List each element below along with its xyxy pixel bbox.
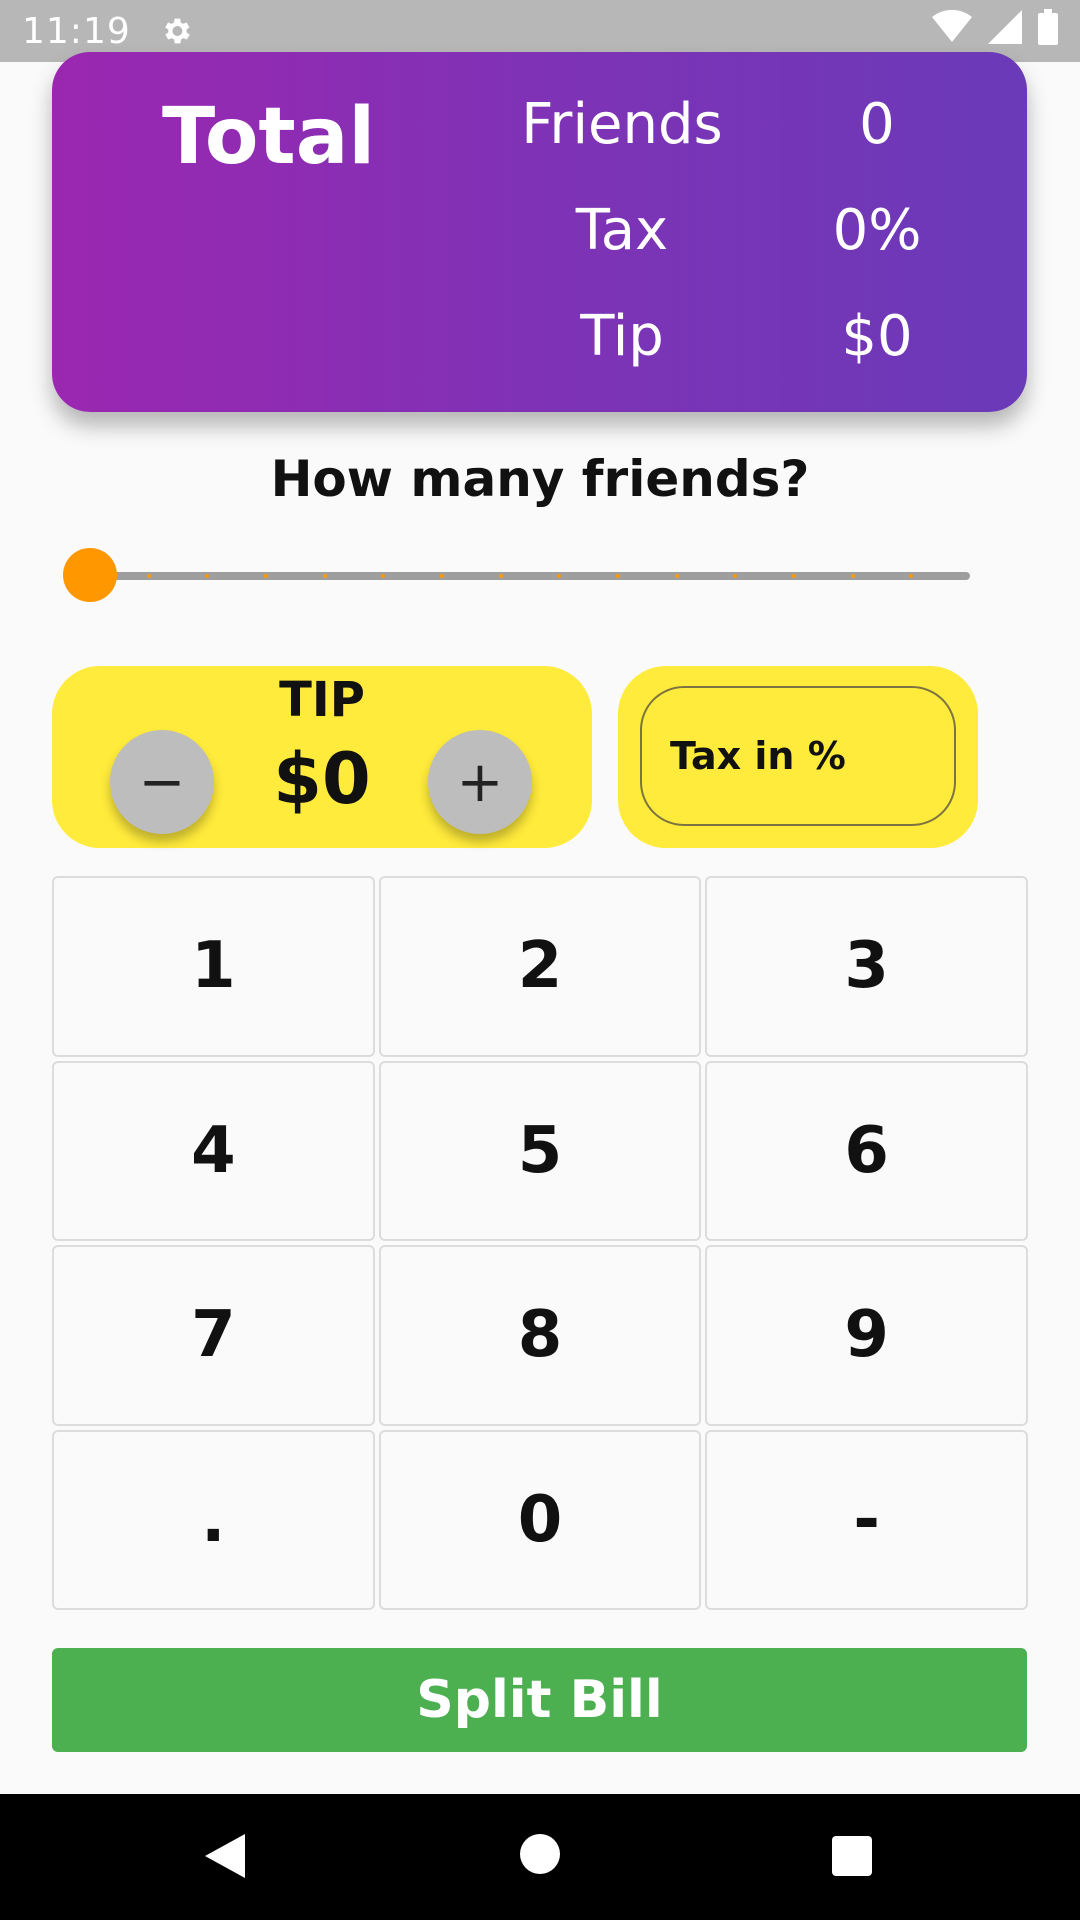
- signal-icon: [988, 9, 1022, 53]
- key-0[interactable]: 0: [378, 1429, 702, 1610]
- slider-tick: [381, 574, 386, 578]
- tip-decrease-button[interactable]: −: [110, 730, 214, 834]
- key-minus[interactable]: -: [705, 1429, 1028, 1610]
- key-2[interactable]: 2: [378, 876, 702, 1057]
- tax-value: 0%: [832, 198, 922, 263]
- key-6[interactable]: 6: [705, 1060, 1028, 1241]
- battery-icon: [1038, 8, 1058, 54]
- key-7[interactable]: 7: [52, 1245, 375, 1426]
- slider-tick: [322, 574, 327, 578]
- slider-tick: [440, 574, 444, 578]
- home-icon[interactable]: [520, 1834, 560, 1874]
- summary-card: Total Friends 0 Tax 0% Tip $0: [52, 52, 1027, 412]
- slider-tick: [792, 574, 796, 578]
- key-decimal[interactable]: .: [52, 1429, 375, 1610]
- status-time: 11:19: [22, 10, 131, 52]
- tip-panel-label: TIP: [279, 672, 365, 728]
- key-9[interactable]: 9: [705, 1245, 1028, 1426]
- slider-tick: [146, 574, 151, 578]
- plus-icon: +: [456, 749, 504, 815]
- tip-increase-button[interactable]: +: [428, 730, 532, 834]
- tax-input[interactable]: Tax in %: [640, 686, 956, 826]
- gear-icon: [159, 14, 193, 48]
- tip-panel: TIP $0 − +: [52, 666, 592, 848]
- navigation-bar: [0, 1794, 1080, 1920]
- key-1[interactable]: 1: [52, 876, 375, 1057]
- slider-tick: [616, 574, 620, 578]
- key-5[interactable]: 5: [378, 1060, 702, 1241]
- slider-tick: [674, 574, 679, 578]
- keypad: 1 2 3 4 5 6 7 8 9 . 0 -: [52, 876, 1028, 1610]
- tax-panel: Tax in %: [618, 666, 978, 848]
- friends-label: Friends: [521, 92, 723, 157]
- slider-tick: [850, 574, 855, 578]
- slider-tick: [498, 574, 503, 578]
- slider-tick: [557, 574, 562, 578]
- key-3[interactable]: 3: [705, 876, 1028, 1057]
- friends-question: How many friends?: [270, 450, 810, 508]
- recents-icon[interactable]: [832, 1836, 872, 1876]
- slider-tick: [733, 574, 738, 578]
- tax-label: Tax: [575, 198, 669, 263]
- friends-slider[interactable]: [63, 548, 970, 602]
- slider-tick: [205, 574, 210, 578]
- split-bill-button[interactable]: Split Bill: [52, 1648, 1027, 1752]
- slider-thumb[interactable]: [63, 548, 117, 602]
- total-title: Total: [162, 92, 376, 182]
- slider-tick: [909, 574, 914, 578]
- friends-value: 0: [859, 92, 895, 157]
- tip-value: $0: [841, 304, 913, 369]
- tip-label: Tip: [580, 304, 664, 369]
- key-4[interactable]: 4: [52, 1060, 375, 1241]
- key-8[interactable]: 8: [378, 1245, 702, 1426]
- wifi-icon: [932, 9, 972, 53]
- minus-icon: −: [138, 749, 186, 815]
- slider-tick: [264, 574, 268, 578]
- back-icon[interactable]: [205, 1834, 245, 1882]
